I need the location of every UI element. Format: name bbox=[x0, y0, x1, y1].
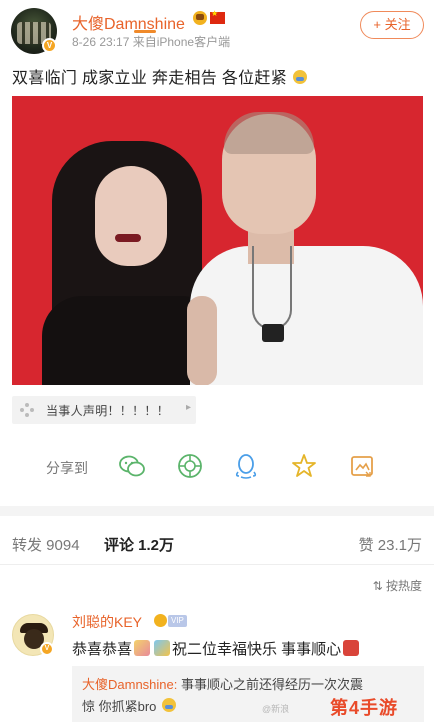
chevron-right-icon: ▸ bbox=[186, 402, 192, 413]
celebrate-emoji-icon bbox=[134, 640, 151, 656]
moments-icon[interactable] bbox=[176, 452, 204, 480]
china-flag-icon bbox=[210, 9, 225, 24]
emoji-icon bbox=[293, 70, 308, 84]
reply-username[interactable]: 大傻Damnshine: bbox=[82, 677, 177, 692]
photo-man-chain bbox=[252, 246, 292, 330]
comment-text-b: 祝二位幸福快乐 事事顺心 bbox=[172, 641, 342, 658]
site-watermark: @新浪 第4手游 bbox=[262, 694, 399, 720]
photo-man-shirt bbox=[190, 246, 423, 385]
watermark-small: @新浪 bbox=[262, 704, 290, 714]
photo-man-pendant bbox=[262, 324, 284, 342]
save-image-icon[interactable] bbox=[348, 452, 376, 480]
watermark-text: 第4手游 bbox=[330, 698, 399, 718]
photo-woman-lips bbox=[115, 234, 141, 242]
qq-icon[interactable] bbox=[232, 452, 260, 480]
verified-badge-icon: V bbox=[40, 642, 54, 656]
party-popper-emoji-icon bbox=[154, 640, 171, 656]
commenter-name[interactable]: 刘聪的KEY bbox=[72, 612, 142, 632]
reference-card-text: 当事人声明！！！！！ bbox=[46, 404, 170, 418]
reply-text-1: 事事顺心之前还得经历一次次震 bbox=[177, 677, 363, 692]
share-row: 分享到 bbox=[0, 450, 434, 484]
stats-bar: 转发 9094 评论 1.2万 赞 23.1万 bbox=[0, 528, 434, 558]
crown-icon bbox=[154, 614, 167, 627]
crown-icon bbox=[193, 11, 207, 25]
tab-repost[interactable]: 转发 9094 bbox=[12, 534, 80, 555]
post-text: 双喜临门 成家立业 奔走相告 各位赶紧 bbox=[12, 64, 308, 88]
emoji-icon bbox=[162, 698, 177, 712]
sort-label: 按热度 bbox=[385, 579, 422, 593]
loading-dots-icon bbox=[20, 403, 34, 417]
reply-line-2: 惊 你抓紧bro bbox=[82, 696, 177, 715]
post-text-body: 双喜临门 成家立业 奔走相告 各位赶紧 bbox=[12, 70, 288, 87]
vip-badge: VIP bbox=[168, 615, 187, 627]
qzone-icon[interactable] bbox=[290, 452, 318, 480]
post-header: V 大傻Damnshine 8-26 23:17 来自iPhone客户端 + 关… bbox=[0, 0, 434, 58]
reply-text-2: 惊 你抓紧bro bbox=[82, 699, 157, 714]
red-envelope-emoji-icon bbox=[343, 640, 360, 656]
active-tab-indicator bbox=[134, 30, 156, 33]
post-meta: 8-26 23:17 来自iPhone客户端 bbox=[72, 35, 231, 49]
verified-badge-icon: V bbox=[42, 38, 57, 53]
tab-comment[interactable]: 评论 1.2万 bbox=[104, 534, 174, 555]
tab-like[interactable]: 赞 23.1万 bbox=[359, 534, 422, 555]
reply-line-1: 大傻Damnshine: 事事顺心之前还得经历一次次震 bbox=[82, 674, 363, 693]
photo-woman-face bbox=[95, 166, 167, 266]
sort-button[interactable]: ⇅ 按热度 bbox=[373, 577, 422, 594]
author-name[interactable]: 大傻Damnshine bbox=[72, 10, 185, 34]
stats-divider bbox=[0, 564, 434, 565]
section-divider bbox=[0, 506, 434, 516]
sort-icon: ⇅ bbox=[372, 579, 386, 593]
photo-man-hair bbox=[224, 112, 314, 154]
photo-woman-arm bbox=[187, 296, 217, 385]
wechat-icon[interactable] bbox=[118, 452, 146, 480]
reference-card[interactable]: 当事人声明！！！！！ ▸ bbox=[12, 396, 196, 424]
share-label: 分享到 bbox=[46, 460, 88, 476]
post-photo[interactable] bbox=[12, 96, 423, 385]
follow-button[interactable]: + 关注 bbox=[360, 11, 424, 39]
comment-text: 恭喜恭喜 祝二位幸福快乐 事事顺心 bbox=[72, 638, 361, 659]
comment-text-a: 恭喜恭喜 bbox=[72, 641, 133, 658]
